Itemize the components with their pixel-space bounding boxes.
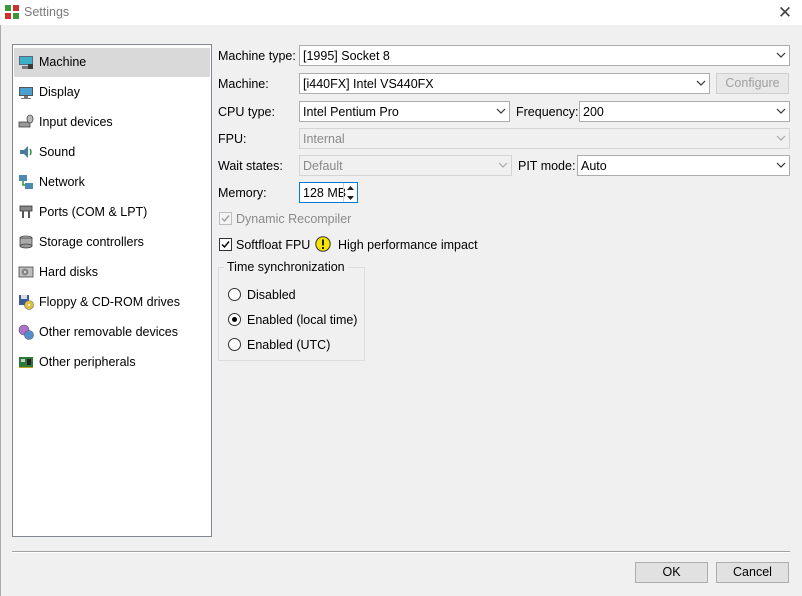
machine-type-label: Machine type:	[218, 49, 296, 63]
spin-down-button[interactable]	[344, 193, 357, 202]
checkmark-icon	[221, 215, 230, 223]
spin-up-button[interactable]	[344, 183, 357, 192]
wait-states-value: Default	[303, 159, 343, 173]
memory-value: 128 MB	[303, 186, 347, 200]
machine-label: Machine:	[218, 77, 269, 91]
dynamic-recompiler-checkbox[interactable]	[219, 212, 232, 225]
time-sync-utc-radio[interactable]	[228, 338, 241, 351]
cpu-type-dropdown[interactable]: Intel Pentium Pro	[299, 101, 510, 122]
time-sync-local-radio[interactable]	[228, 313, 241, 326]
arrow-up-icon	[347, 185, 354, 190]
input-devices-icon	[18, 114, 34, 128]
radio-selected-dot	[232, 317, 237, 322]
sidebar-item-hard-disks[interactable]: Hard disks	[14, 258, 210, 287]
network-icon	[19, 175, 33, 189]
time-sync-local-label: Enabled (local time)	[247, 313, 358, 327]
sidebar-item-machine[interactable]: Machine	[14, 48, 210, 77]
settings-category-list[interactable]: Machine Display Input devices Sound Netw…	[12, 44, 212, 537]
sidebar-item-label: Sound	[39, 145, 76, 159]
time-sync-disabled-label: Disabled	[247, 288, 296, 302]
softfloat-fpu-label: Softfloat FPU	[236, 238, 311, 252]
fpu-label: FPU:	[218, 132, 247, 146]
machine-value: [i440FX] Intel VS440FX	[303, 77, 434, 91]
sidebar-item-floppy-cdrom[interactable]: Floppy & CD-ROM drives	[14, 288, 210, 317]
close-button[interactable]: ✕	[768, 0, 802, 25]
sidebar-item-storage-controllers[interactable]: Storage controllers	[14, 228, 210, 257]
time-sync-utc-label: Enabled (UTC)	[247, 338, 331, 352]
chevron-down-icon	[496, 108, 506, 114]
title-bar: Settings ✕	[0, 0, 802, 25]
pit-mode-dropdown[interactable]: Auto	[577, 155, 790, 176]
arrow-down-icon	[347, 195, 354, 200]
chevron-down-icon	[776, 162, 786, 168]
storage-icon	[19, 235, 33, 249]
time-sync-disabled-radio[interactable]	[228, 288, 241, 301]
fpu-value: Internal	[303, 132, 345, 146]
frequency-label: Frequency:	[516, 105, 579, 119]
sidebar-item-label: Network	[39, 175, 85, 189]
sidebar-item-ports[interactable]: Ports (COM & LPT)	[14, 198, 210, 227]
sidebar-item-label: Other peripherals	[39, 355, 136, 369]
sidebar-item-removable-devices[interactable]: Other removable devices	[14, 318, 210, 347]
sidebar-item-label: Machine	[39, 55, 87, 69]
chevron-down-icon	[776, 135, 786, 141]
ports-icon	[19, 205, 33, 218]
sidebar-item-label: Input devices	[39, 115, 113, 129]
sidebar-item-label: Display	[39, 85, 80, 99]
hard-disk-icon	[18, 266, 34, 278]
peripherals-icon	[19, 357, 33, 368]
checkmark-icon	[221, 241, 230, 249]
chevron-down-icon	[696, 80, 706, 86]
warning-icon	[315, 236, 331, 252]
sidebar-item-label: Other removable devices	[39, 325, 178, 339]
machine-type-dropdown[interactable]: [1995] Socket 8	[299, 45, 790, 66]
machine-icon	[19, 56, 33, 69]
sidebar-item-label: Floppy & CD-ROM drives	[39, 295, 180, 309]
chevron-down-icon	[776, 108, 786, 114]
chevron-down-icon	[498, 162, 508, 168]
footer-separator-highlight	[12, 552, 790, 553]
cpu-type-label: CPU type:	[218, 105, 275, 119]
sidebar-item-input-devices[interactable]: Input devices	[14, 108, 210, 137]
wait-states-label: Wait states:	[218, 159, 283, 173]
fpu-dropdown[interactable]: Internal	[299, 128, 790, 149]
configure-button[interactable]: Configure	[716, 73, 789, 94]
pit-mode-label: PIT mode:	[518, 159, 576, 173]
softfloat-fpu-checkbox[interactable]	[219, 238, 232, 251]
memory-spinbox[interactable]: 128 MB	[299, 182, 358, 203]
memory-spin-buttons	[343, 183, 357, 202]
floppy-cdrom-icon	[19, 295, 34, 310]
time-sync-title: Time synchronization	[224, 260, 348, 274]
sidebar-item-network[interactable]: Network	[14, 168, 210, 197]
chevron-down-icon	[776, 52, 786, 58]
sidebar-item-display[interactable]: Display	[14, 78, 210, 107]
dynamic-recompiler-label: Dynamic Recompiler	[236, 212, 352, 226]
close-icon: ✕	[777, 2, 793, 22]
sidebar-item-label: Storage controllers	[39, 235, 144, 249]
window-title: Settings	[24, 5, 70, 19]
frequency-value: 200	[583, 105, 604, 119]
wait-states-dropdown[interactable]: Default	[299, 155, 512, 176]
machine-type-value: [1995] Socket 8	[303, 49, 390, 63]
app-logo-icon	[5, 5, 19, 19]
sidebar-item-label: Ports (COM & LPT)	[39, 205, 148, 219]
performance-warning-text: High performance impact	[338, 238, 478, 252]
frequency-dropdown[interactable]: 200	[579, 101, 790, 122]
window-border	[0, 25, 1, 596]
sidebar-item-sound[interactable]: Sound	[14, 138, 210, 167]
sidebar-item-other-peripherals[interactable]: Other peripherals	[14, 348, 210, 377]
ok-button[interactable]: OK	[635, 562, 708, 583]
memory-label: Memory:	[218, 186, 267, 200]
display-icon	[19, 87, 33, 99]
cancel-button[interactable]: Cancel	[716, 562, 789, 583]
sound-icon	[20, 146, 32, 158]
sidebar-item-label: Hard disks	[39, 265, 99, 279]
cpu-type-value: Intel Pentium Pro	[303, 105, 399, 119]
machine-dropdown[interactable]: [i440FX] Intel VS440FX	[299, 73, 710, 94]
removable-devices-icon	[18, 324, 34, 340]
pit-mode-value: Auto	[581, 159, 607, 173]
